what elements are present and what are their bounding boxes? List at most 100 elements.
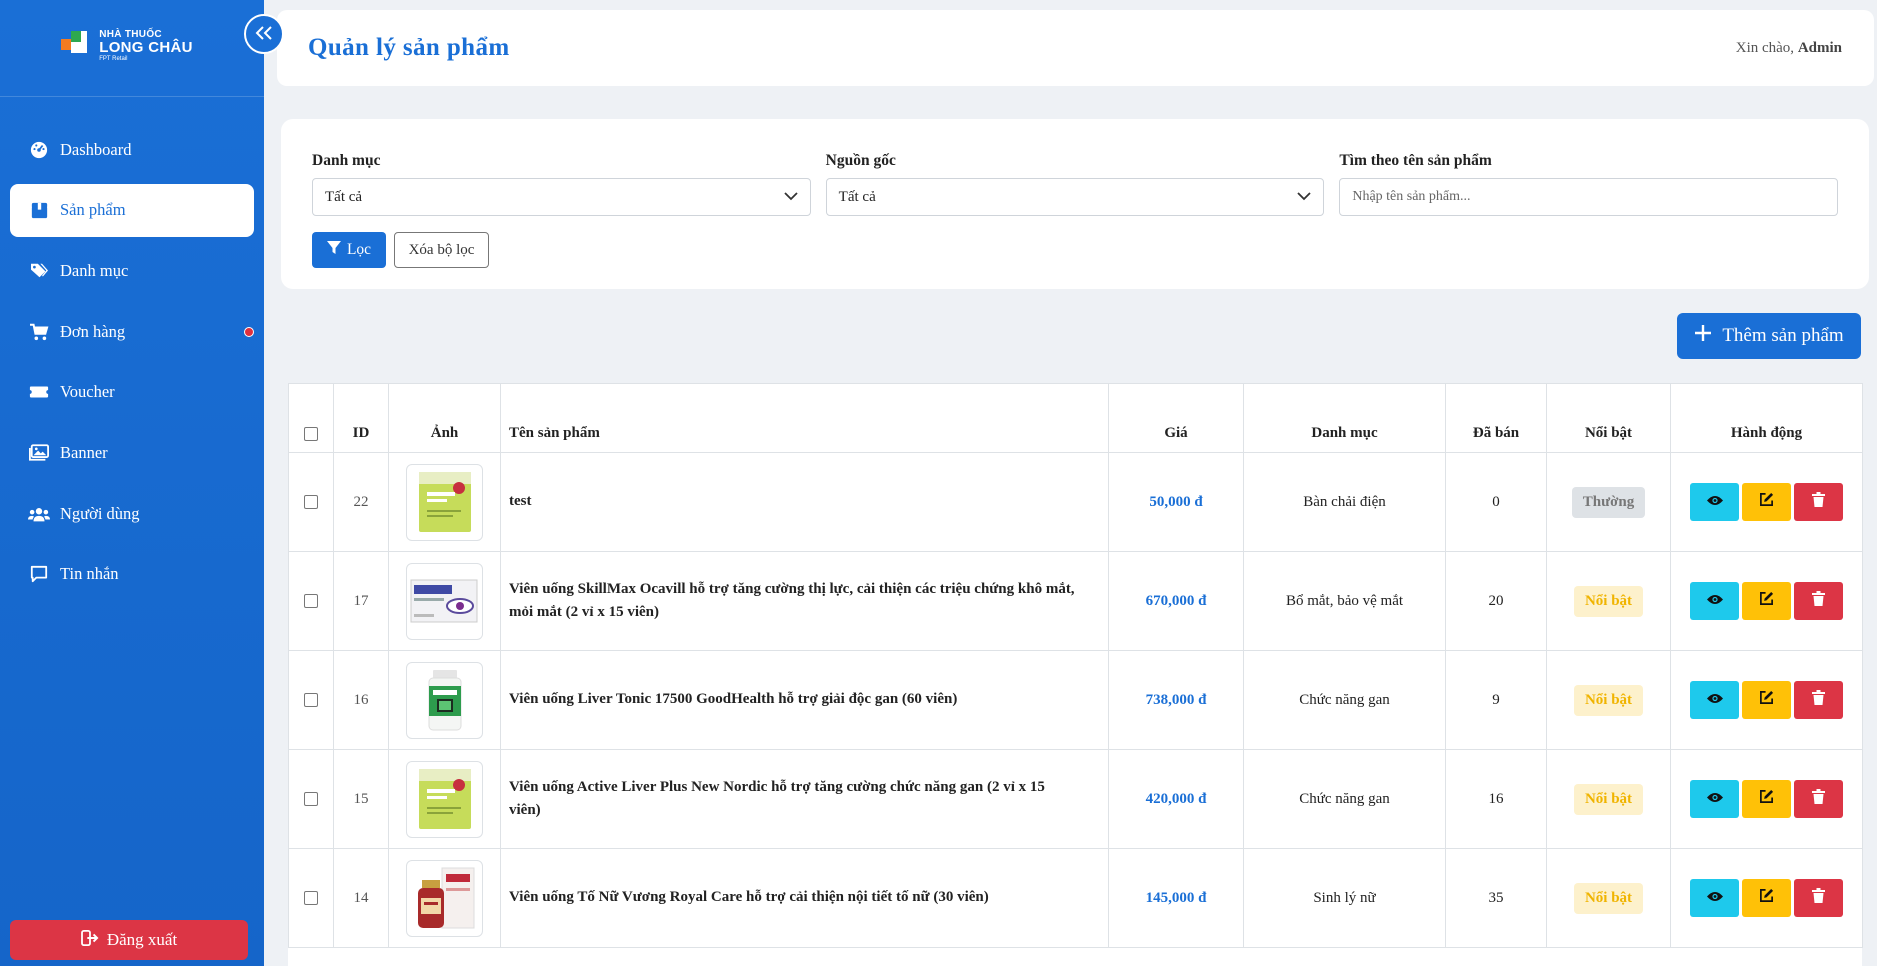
sidebar-item-products[interactable]: Sản phẩm [10,183,254,237]
view-button[interactable] [1690,681,1739,719]
sidebar-item-orders[interactable]: Đơn hàng [10,305,254,358]
brand-logo[interactable]: NHÀ THUỐC LONG CHÂU FPT Retail [61,29,193,63]
row-select-cell [288,650,334,750]
category-select[interactable]: Tất cả [312,178,811,216]
eye-icon [1706,494,1723,511]
category-filter: Danh mục Tất cả [312,152,811,216]
row-select-cell [288,551,334,651]
table-row: 17 Viên uống SkillMax Ocavill hỗ trợ tăn… [288,551,1863,651]
filter-button-label: Lọc [346,241,372,258]
delete-button[interactable] [1794,483,1843,521]
row-select-cell [288,749,334,849]
eye-icon [1706,593,1723,610]
row-checkbox[interactable] [304,495,318,510]
sidebar-collapse-button[interactable] [244,14,284,54]
sidebar-item-dashboard[interactable]: Dashboard [10,123,254,176]
row-select-cell [288,452,334,552]
tags-icon [28,260,50,282]
sold-header: Đã bán [1445,383,1547,453]
featured-badge: Nổi bật [1573,783,1644,815]
image-header: Ảnh [388,383,501,453]
view-button[interactable] [1690,582,1739,620]
filter-button[interactable]: Lọc [312,232,386,268]
logout-icon [80,929,99,951]
product-actions-cell [1670,749,1863,849]
category-header: Danh mục [1243,383,1446,453]
delete-button[interactable] [1794,879,1843,917]
image-icon [28,442,50,464]
product-actions-cell [1670,650,1863,750]
table-row: 15 Viên uống Active Liver Plus New Nordi… [288,749,1863,849]
view-button[interactable] [1690,483,1739,521]
featured-badge: Nổi bật [1573,684,1644,716]
product-actions-cell [1670,551,1863,651]
row-checkbox[interactable] [304,693,318,708]
view-button[interactable] [1690,780,1739,818]
product-name: test [500,452,1109,552]
row-checkbox[interactable] [304,594,318,609]
gauge-icon [28,139,50,161]
product-actions-cell [1670,452,1863,552]
name-header: Tên sản phẩm [500,383,1109,453]
featured-badge: Thường [1571,486,1646,518]
logout-button[interactable]: Đăng xuất [10,920,248,960]
edit-icon [1759,789,1774,809]
search-input[interactable] [1339,178,1839,216]
brand-line2: LONG CHÂU [99,39,193,57]
product-featured-cell: Nổi bật [1546,749,1671,849]
clear-filter-button[interactable]: Xóa bộ lọc [394,232,489,268]
edit-button[interactable] [1742,483,1791,521]
product-actions-cell [1670,848,1863,948]
product-thumbnail [406,463,483,541]
product-sold: 35 [1445,848,1547,948]
select-all-checkbox[interactable] [304,426,318,441]
product-id: 15 [333,749,389,849]
category-select-value: Tất cả [325,188,363,205]
edit-icon [1759,591,1774,611]
edit-button[interactable] [1742,879,1791,917]
product-image-cell [388,650,501,750]
edit-icon [1759,690,1774,710]
edit-button[interactable] [1742,681,1791,719]
cart-icon [28,321,50,343]
sidebar-item-users[interactable]: Người dùng [10,487,254,540]
product-id: 16 [333,650,389,750]
origin-select-value: Tất cả [838,188,876,205]
origin-select[interactable]: Tất cả [825,178,1325,216]
featured-badge: Nổi bật [1573,585,1644,617]
user-name[interactable]: Admin [1798,40,1842,56]
product-price: 420,000 đ [1108,749,1244,849]
delete-button[interactable] [1794,681,1843,719]
actions-header: Hành động [1670,383,1863,453]
product-name: Viên uống Liver Tonic 17500 GoodHealth h… [500,650,1109,750]
product-name: Viên uống Tố Nữ Vương Royal Care hỗ trợ … [500,848,1109,948]
trash-icon [1812,690,1825,710]
product-category: Chức năng gan [1243,749,1446,849]
sidebar-item-label: Voucher [60,382,115,402]
sidebar-item-voucher[interactable]: Voucher [10,366,254,419]
row-checkbox[interactable] [304,891,318,906]
ticket-icon [28,381,50,403]
product-price: 738,000 đ [1108,650,1244,750]
product-category: Bàn chải điện [1243,452,1446,552]
table-row: 16 Viên uống Liver Tonic 17500 GoodHealt… [288,650,1863,750]
edit-button[interactable] [1742,780,1791,818]
row-checkbox[interactable] [304,792,318,807]
delete-button[interactable] [1794,780,1843,818]
view-button[interactable] [1690,879,1739,917]
product-image-cell [388,452,501,552]
products-table-container: ID Ảnh Tên sản phẩm Giá Danh mục Đã bán … [288,383,1863,966]
sidebar-item-messages[interactable]: Tin nhắn [10,548,254,601]
edit-button[interactable] [1742,582,1791,620]
delete-button[interactable] [1794,582,1843,620]
product-image-cell [388,749,501,849]
notification-dot [244,327,254,338]
product-name: Viên uống SkillMax Ocavill hỗ trợ tăng c… [500,551,1109,651]
sidebar-item-categories[interactable]: Danh mục [10,244,254,297]
sidebar: NHÀ THUỐC LONG CHÂU FPT Retail Dashboard… [0,0,264,966]
sidebar-item-banner[interactable]: Banner [10,426,254,479]
logout-label: Đăng xuất [106,930,178,949]
edit-icon [1759,888,1774,908]
add-product-button[interactable]: Thêm sản phẩm [1677,313,1861,359]
product-category: Bổ mắt, bảo vệ mắt [1243,551,1446,651]
